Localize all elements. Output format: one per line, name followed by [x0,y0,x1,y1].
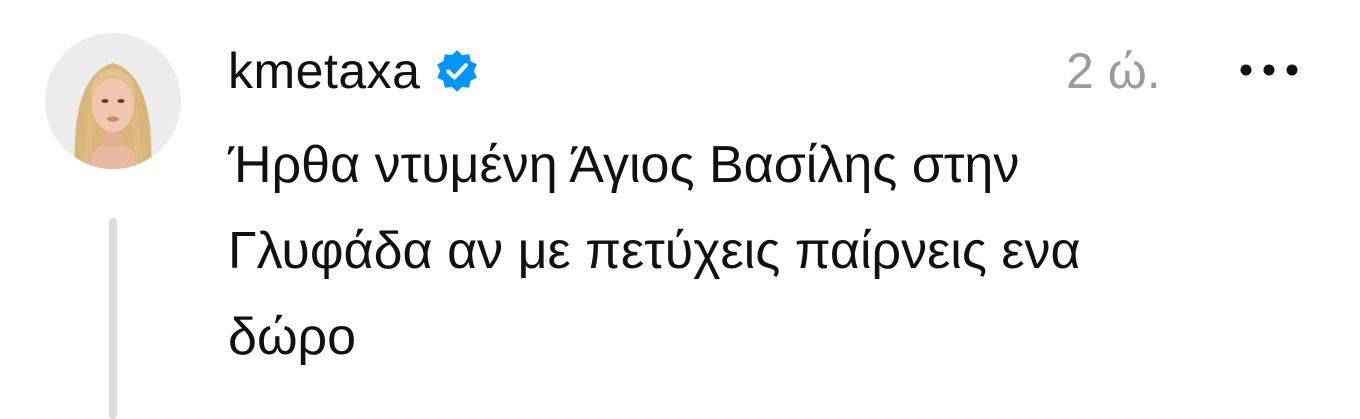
thread-post: kmetaxa 2 ώ. Ήρθα ντυμένη Άγιος Βασίλης … [0,0,1360,419]
verified-badge-icon [434,48,480,94]
more-horizontal-icon [1240,64,1298,76]
post-text-line: δώρο [228,308,357,366]
avatar-image [45,33,181,169]
timestamp: 2 ώ. [1066,43,1161,99]
username[interactable]: kmetaxa [228,46,420,96]
post-text: Ήρθα ντυμένη Άγιος Βασίλης στην Γλυφάδα … [228,122,1328,380]
post-header: kmetaxa [228,36,480,106]
post-text-line: Γλυφάδα αν με πετύχεις παίρνεις ενα [228,222,1081,280]
more-options-button[interactable] [1234,48,1304,92]
thread-line [109,218,117,419]
avatar[interactable] [45,33,181,169]
post-text-line: Ήρθα ντυμένη Άγιος Βασίλης στην [228,136,1020,194]
